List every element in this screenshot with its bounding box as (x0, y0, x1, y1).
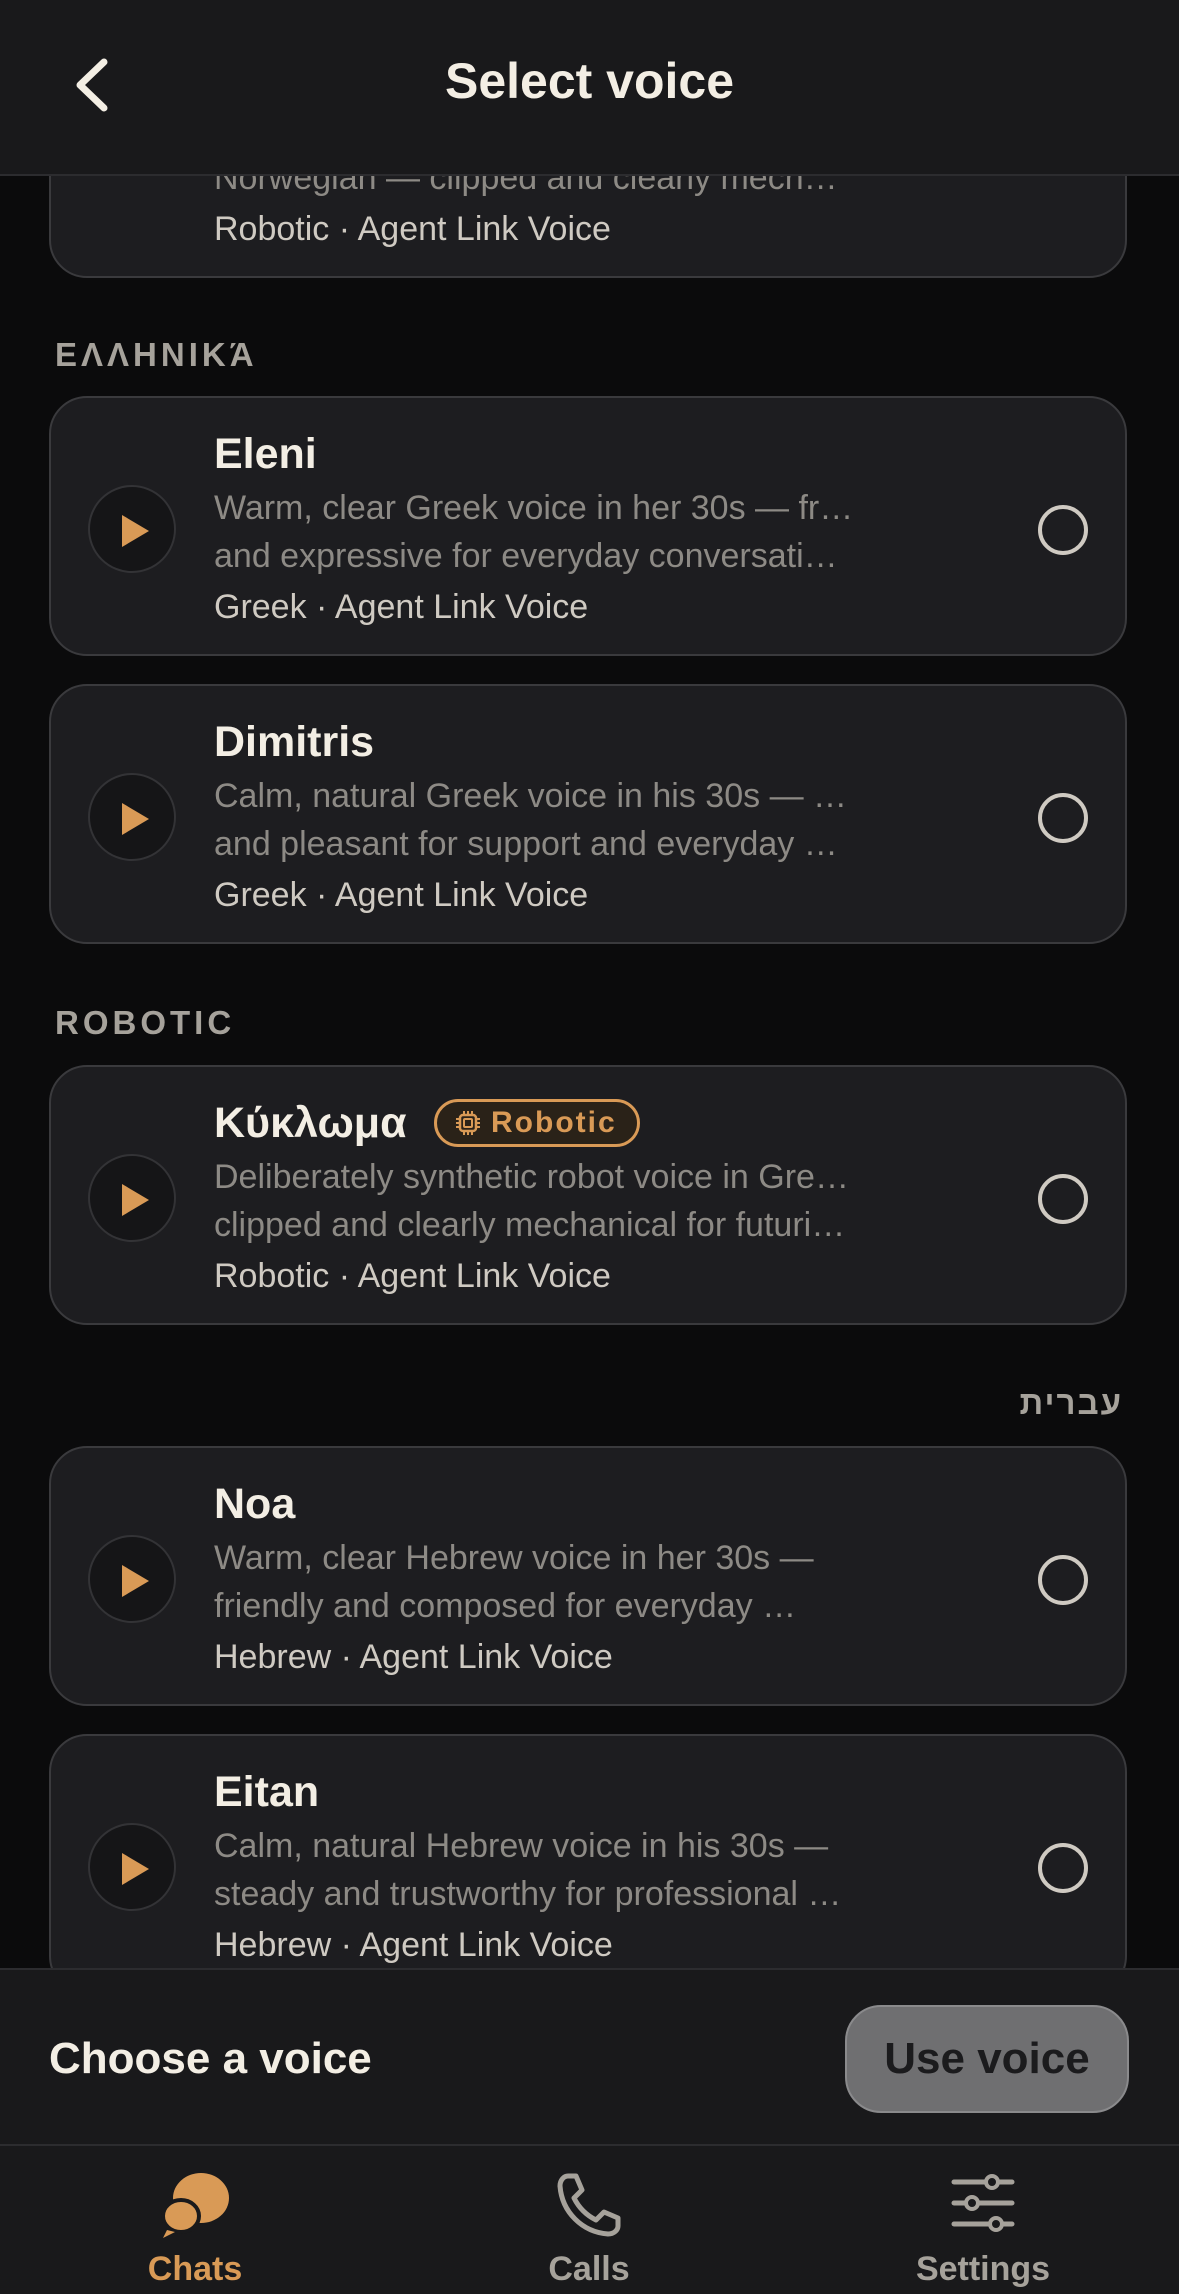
chip-icon (456, 1111, 480, 1135)
voice-card-dimitris[interactable]: Dimitris Calm, natural Greek voice in hi… (49, 684, 1127, 944)
voice-meta: Robotic · Agent Link Voice (214, 210, 611, 248)
voice-name: Eitan (214, 1768, 320, 1816)
voice-meta: Greek · Agent Link Voice (214, 876, 589, 914)
play-icon (122, 1853, 149, 1885)
play-button[interactable] (88, 485, 176, 573)
voice-card-kyklwma[interactable]: Κύκλωμα Robotic Deliberately synthetic r… (49, 1065, 1127, 1325)
selection-bar: Choose a voice Use voice (0, 1968, 1179, 2146)
tab-label: Calls (548, 2250, 630, 2288)
phone-icon (557, 2173, 621, 2237)
play-icon (122, 803, 149, 835)
section-header-hebrew: עברית (1019, 1384, 1123, 1421)
play-button[interactable] (88, 1823, 176, 1911)
play-icon (122, 1565, 149, 1597)
tab-bar: Chats Calls Settings (0, 2144, 1179, 2294)
page-title: Select voice (444, 53, 735, 109)
play-button[interactable] (88, 1535, 176, 1623)
voice-list[interactable]: Norwegian — clipped and clearly mechanic… (0, 0, 1179, 1968)
section-header-greek: ΕΛΛΗΝΙΚΆ (55, 336, 258, 373)
voice-meta: Greek · Agent Link Voice (214, 588, 589, 626)
robotic-badge: Robotic (434, 1099, 640, 1147)
use-voice-button[interactable]: Use voice (845, 2005, 1129, 2113)
voice-meta: Robotic · Agent Link Voice (214, 1257, 611, 1295)
play-icon (122, 1184, 149, 1216)
voice-card-eleni[interactable]: Eleni Warm, clear Greek voice in her 30s… (49, 396, 1127, 656)
tab-chats[interactable]: Chats (65, 2146, 325, 2294)
voice-description: Warm, clear Greek voice in her 30s — fri… (214, 489, 854, 575)
voice-radio[interactable] (1038, 793, 1088, 843)
badge-label: Robotic (491, 1106, 617, 1139)
voice-name: Noa (214, 1480, 296, 1528)
voice-card-noa[interactable]: Noa Warm, clear Hebrew voice in her 30s … (49, 1446, 1127, 1706)
voice-description: Deliberately synthetic robot voice in Gr… (214, 1158, 854, 1244)
section-header-robotic: ROBOTIC (55, 1004, 236, 1041)
voice-meta: Hebrew · Agent Link Voice (214, 1926, 613, 1964)
voice-name: Eleni (214, 430, 317, 478)
play-icon (122, 515, 149, 547)
voice-radio[interactable] (1038, 505, 1088, 555)
voice-name: Dimitris (214, 718, 375, 766)
voice-radio[interactable] (1038, 1174, 1088, 1224)
sliders-icon (951, 2174, 1015, 2232)
voice-description: Calm, natural Hebrew voice in his 30s — … (214, 1827, 854, 1913)
tab-calls[interactable]: Calls (459, 2146, 719, 2294)
choose-voice-prompt: Choose a voice (49, 2034, 372, 2083)
voice-name: Κύκλωμα (214, 1099, 407, 1147)
tab-label: Chats (147, 2250, 243, 2288)
chat-bubbles-icon (161, 2173, 229, 2238)
voice-radio[interactable] (1038, 1843, 1088, 1893)
top-bar: Select voice (0, 0, 1179, 176)
voice-card-eitan[interactable]: Eitan Calm, natural Hebrew voice in his … (49, 1734, 1127, 1968)
voice-meta: Hebrew · Agent Link Voice (214, 1638, 613, 1676)
voice-radio[interactable] (1038, 1555, 1088, 1605)
voice-description: Calm, natural Greek voice in his 30s — s… (214, 777, 854, 863)
tab-settings[interactable]: Settings (853, 2146, 1113, 2294)
tab-label: Settings (915, 2250, 1051, 2288)
play-button[interactable] (88, 1154, 176, 1242)
voice-description: Warm, clear Hebrew voice in her 30s — fr… (214, 1539, 814, 1625)
play-button[interactable] (88, 773, 176, 861)
